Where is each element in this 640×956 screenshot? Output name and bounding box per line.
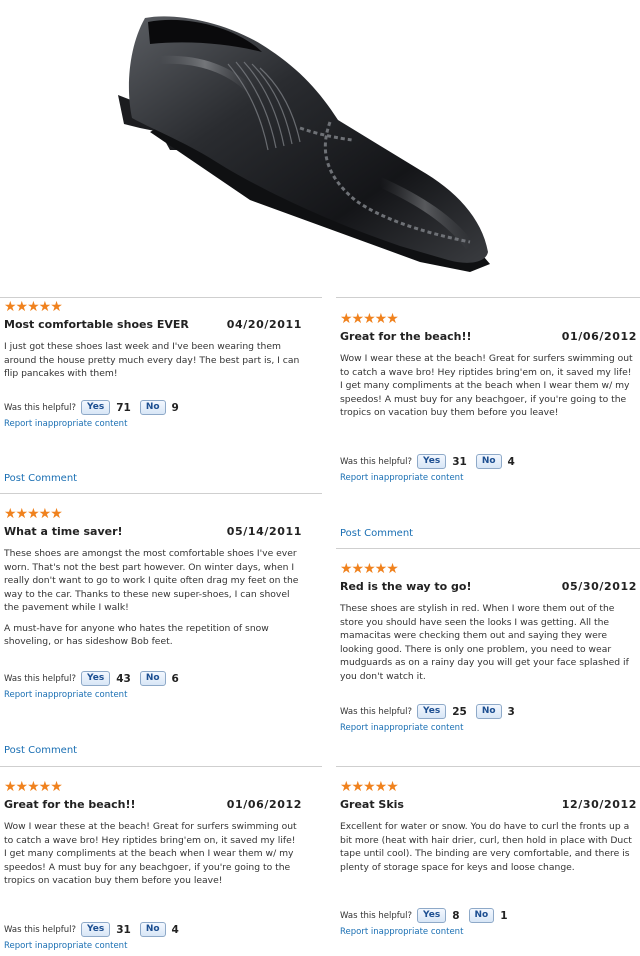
yes-count: 31	[116, 923, 131, 936]
review-text: Wow I wear these at the beach! Great for…	[4, 820, 300, 895]
star-rating: ★★★★★	[340, 311, 399, 327]
review-text: These shoes are amongst the most comfort…	[4, 547, 300, 656]
no-button[interactable]: No	[475, 704, 502, 719]
no-button[interactable]: No	[139, 922, 166, 937]
no-count: 4	[171, 923, 179, 936]
yes-button[interactable]: Yes	[417, 454, 447, 469]
no-button[interactable]: No	[139, 671, 166, 686]
review-paragraph: Excellent for water or snow. You do have…	[340, 821, 632, 873]
shoe-illustration	[118, 16, 490, 272]
review-card: ★★★★★ Great for the beach!! 01/06/2012 W…	[340, 312, 637, 542]
helpful-label: Was this helpful?	[4, 673, 77, 684]
yes-button[interactable]: Yes	[417, 908, 447, 923]
review-paragraph: A must-have for anyone who hates the rep…	[4, 622, 269, 648]
review-card: ★★★★★ Great for the beach!! 01/06/2012 W…	[4, 780, 302, 956]
yes-count: 31	[452, 455, 467, 468]
review-paragraph: Wow I wear these at the beach! Great for…	[340, 353, 633, 418]
no-button[interactable]: No	[139, 400, 166, 415]
no-count: 6	[171, 672, 179, 685]
helpful-row: Was this helpful? Yes 31 No 4	[4, 922, 183, 937]
review-title: Red is the way to go!	[340, 580, 472, 593]
helpful-label: Was this helpful?	[4, 402, 77, 413]
star-rating: ★★★★★	[340, 779, 399, 795]
no-button[interactable]: No	[468, 908, 495, 923]
post-comment-link[interactable]: Post Comment	[4, 473, 77, 484]
helpful-row: Was this helpful? Yes 25 No 3	[340, 704, 519, 719]
yes-button[interactable]: Yes	[81, 922, 111, 937]
review-paragraph: These shoes are stylish in red. When I w…	[340, 603, 629, 682]
helpful-row: Was this helpful? Yes 8 No 1	[340, 908, 512, 923]
review-title: Great for the beach!!	[340, 330, 472, 343]
star-rating: ★★★★★	[4, 299, 63, 315]
review-date: 05/14/2011	[226, 525, 302, 538]
no-count: 4	[507, 455, 515, 468]
yes-count: 71	[116, 401, 131, 414]
review-title: What a time saver!	[4, 525, 123, 538]
helpful-row: Was this helpful? Yes 71 No 9	[4, 400, 183, 415]
post-comment-link[interactable]: Post Comment	[340, 528, 413, 539]
review-divider	[0, 297, 322, 298]
review-title: Most comfortable shoes EVER	[4, 318, 189, 331]
review-date: 01/06/2012	[226, 798, 302, 811]
review-text: These shoes are stylish in red. When I w…	[340, 602, 637, 690]
no-count: 9	[171, 401, 179, 414]
review-divider	[336, 766, 640, 767]
helpful-label: Was this helpful?	[340, 910, 413, 921]
report-link[interactable]: Report inappropriate content	[4, 690, 127, 700]
no-count: 3	[507, 705, 515, 718]
review-paragraph: I just got these shoes last week and I'v…	[4, 341, 300, 379]
review-card: ★★★★★ Most comfortable shoes EVER 04/20/…	[4, 300, 302, 490]
review-date: 01/06/2012	[561, 330, 637, 343]
review-card: ★★★★★ What a time saver! 05/14/2011 Thes…	[4, 507, 302, 762]
review-paragraph: Wow I wear these at the beach! Great for…	[4, 821, 297, 886]
yes-count: 25	[452, 705, 467, 718]
review-divider	[336, 297, 640, 298]
helpful-label: Was this helpful?	[340, 706, 413, 717]
star-rating: ★★★★★	[4, 779, 63, 795]
review-text: I just got these shoes last week and I'v…	[4, 340, 300, 388]
product-image	[0, 0, 640, 290]
no-count: 1	[500, 909, 508, 922]
post-comment-link[interactable]: Post Comment	[4, 745, 77, 756]
helpful-row: Was this helpful? Yes 31 No 4	[340, 454, 519, 469]
star-rating: ★★★★★	[340, 561, 399, 577]
review-paragraph: These shoes are amongst the most comfort…	[4, 548, 299, 613]
no-button[interactable]: No	[475, 454, 502, 469]
yes-button[interactable]: Yes	[81, 671, 111, 686]
review-divider	[0, 493, 322, 494]
review-card: ★★★★★ Great Skis 12/30/2012 Excellent fo…	[340, 780, 637, 956]
helpful-label: Was this helpful?	[4, 924, 77, 935]
star-rating: ★★★★★	[4, 506, 63, 522]
review-date: 12/30/2012	[561, 798, 637, 811]
review-divider	[336, 548, 640, 549]
review-text: Wow I wear these at the beach! Great for…	[340, 352, 637, 427]
review-text: Excellent for water or snow. You do have…	[340, 820, 637, 881]
report-link[interactable]: Report inappropriate content	[340, 723, 463, 733]
yes-button[interactable]: Yes	[81, 400, 111, 415]
report-link[interactable]: Report inappropriate content	[340, 927, 463, 937]
review-divider	[0, 766, 322, 767]
review-title: Great Skis	[340, 798, 404, 811]
review-date: 04/20/2011	[226, 318, 302, 331]
helpful-label: Was this helpful?	[340, 456, 413, 467]
review-title: Great for the beach!!	[4, 798, 136, 811]
report-link[interactable]: Report inappropriate content	[4, 941, 127, 951]
review-card: ★★★★★ Red is the way to go! 05/30/2012 T…	[340, 562, 637, 747]
yes-button[interactable]: Yes	[417, 704, 447, 719]
yes-count: 8	[452, 909, 460, 922]
yes-count: 43	[116, 672, 131, 685]
review-date: 05/30/2012	[561, 580, 637, 593]
helpful-row: Was this helpful? Yes 43 No 6	[4, 671, 183, 686]
report-link[interactable]: Report inappropriate content	[340, 473, 463, 483]
report-link[interactable]: Report inappropriate content	[4, 419, 127, 429]
